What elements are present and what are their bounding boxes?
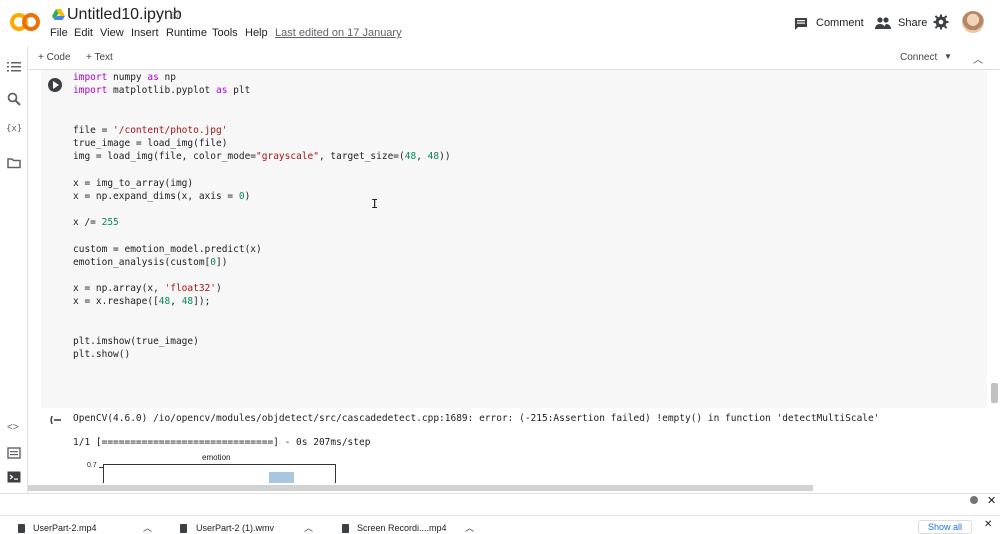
chevron-up-icon[interactable]: ︿ xyxy=(304,521,313,534)
show-all-downloads-button[interactable]: Show all xyxy=(918,520,972,534)
code-line[interactable]: x = img_to_array(img) xyxy=(73,177,193,190)
horizontal-scrollbar-thumb[interactable] xyxy=(28,485,813,491)
chevron-up-icon[interactable]: ︿ xyxy=(465,521,474,534)
add-code-button[interactable]: + Code xyxy=(38,52,71,63)
code-cell[interactable] xyxy=(41,70,987,408)
menu-tools[interactable]: Tools xyxy=(212,27,238,39)
download-item[interactable]: UserPart-2.mp4 xyxy=(33,523,97,533)
text-cursor-icon: I xyxy=(371,197,379,211)
code-line[interactable]: x = np.array(x, 'float32') xyxy=(73,282,222,295)
comment-icon xyxy=(795,17,807,30)
vertical-scrollbar-thumb[interactable] xyxy=(991,383,998,403)
code-line[interactable]: x = np.expand_dims(x, axis = 0) xyxy=(73,190,250,203)
connect-dropdown-icon[interactable]: ▼ xyxy=(944,52,952,61)
file-icon xyxy=(342,524,349,533)
download-item[interactable]: UserPart-2 (1).wmv xyxy=(196,523,274,533)
comment-label: Comment xyxy=(816,17,864,29)
code-line[interactable]: x = x.reshape([48, 48]); xyxy=(73,295,210,308)
vertical-scrollbar[interactable] xyxy=(988,70,1000,494)
code-line[interactable]: plt.show() xyxy=(73,348,130,361)
terminal-icon[interactable] xyxy=(7,470,21,484)
chevron-up-icon[interactable]: ︿ xyxy=(143,521,152,534)
connect-button[interactable]: Connect xyxy=(900,52,937,63)
code-line[interactable]: file = '/content/photo.jpg' xyxy=(73,124,227,137)
add-text-button[interactable]: + Text xyxy=(86,52,113,63)
search-icon[interactable] xyxy=(7,92,21,106)
code-line[interactable]: custom = emotion_model.predict(x) xyxy=(73,243,262,256)
status-strip xyxy=(0,493,1000,509)
error-output: OpenCV(4.6.0) /io/opencv/modules/objdete… xyxy=(73,413,880,424)
code-line[interactable]: true_image = load_img(file) xyxy=(73,137,227,150)
menu-file[interactable]: File xyxy=(50,27,68,39)
drive-icon[interactable] xyxy=(52,9,65,21)
menu-edit[interactable]: Edit xyxy=(74,27,93,39)
progress-output: 1/1 [==============================] - 0… xyxy=(73,437,371,448)
chart-plot-area xyxy=(103,464,336,484)
top-header: Untitled10.ipynb ☆ File Edit View Insert… xyxy=(0,0,1000,46)
chart-y-tick-label: 0.7 xyxy=(87,462,97,469)
star-icon[interactable]: ☆ xyxy=(169,6,182,23)
notebook-toolbar: + Code + Text Connect ▼ ︿ xyxy=(28,46,1000,70)
collapse-header-icon[interactable]: ︿ xyxy=(973,51,983,66)
variables-icon[interactable]: {x} xyxy=(6,124,22,138)
table-of-contents-icon[interactable] xyxy=(7,60,21,74)
output-options-icon[interactable] xyxy=(50,414,64,426)
run-cell-button[interactable] xyxy=(48,78,62,92)
colab-logo-icon[interactable] xyxy=(10,8,40,36)
last-edited-link[interactable]: Last edited on 17 January xyxy=(275,27,402,39)
code-line[interactable]: img = load_img(file, color_mode="graysca… xyxy=(73,150,451,163)
user-avatar[interactable] xyxy=(962,11,984,33)
people-icon xyxy=(875,17,891,29)
close-downloads-icon[interactable]: ✕ xyxy=(984,519,992,530)
command-palette-icon[interactable] xyxy=(7,446,21,460)
menu-view[interactable]: View xyxy=(100,27,124,39)
share-label: Share xyxy=(898,17,928,29)
gear-icon[interactable] xyxy=(933,14,949,30)
share-button[interactable]: Share xyxy=(875,14,927,32)
code-line[interactable]: emotion_analysis(custom[0]) xyxy=(73,256,227,269)
code-line[interactable]: import numpy as np xyxy=(73,71,176,84)
download-item[interactable]: Screen Recordi....mp4 xyxy=(357,523,447,533)
menu-help[interactable]: Help xyxy=(245,27,268,39)
notebook-title[interactable]: Untitled10.ipynb xyxy=(67,6,182,24)
code-line[interactable]: plt.imshow(true_image) xyxy=(73,335,199,348)
chart-title: emotion xyxy=(202,453,231,462)
code-line[interactable]: import matplotlib.pyplot as plt xyxy=(73,84,250,97)
runtime-status-icon[interactable] xyxy=(970,496,978,504)
code-line[interactable]: x /= 255 xyxy=(73,216,119,229)
menu-insert[interactable]: Insert xyxy=(131,27,159,39)
code-snippets-icon[interactable]: <> xyxy=(7,422,21,436)
files-folder-icon[interactable] xyxy=(7,156,21,170)
file-icon xyxy=(180,524,187,533)
comment-button[interactable]: Comment xyxy=(794,14,864,32)
file-icon xyxy=(18,524,25,533)
left-sidebar: {x} <> xyxy=(0,46,28,493)
menu-runtime[interactable]: Runtime xyxy=(166,27,207,39)
close-icon[interactable]: ✕ xyxy=(987,494,996,507)
